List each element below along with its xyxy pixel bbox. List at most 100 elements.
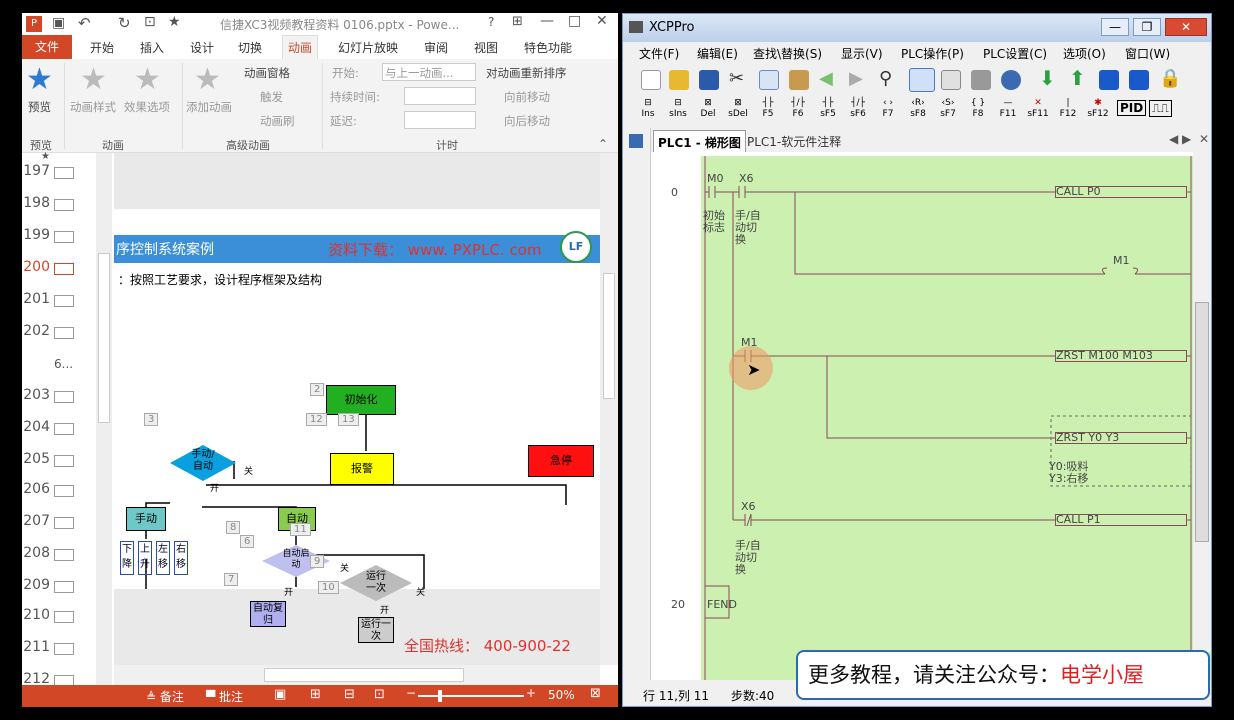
- tab-slideshow[interactable]: 幻灯片放映: [338, 39, 398, 56]
- vline-icon[interactable]: | F12: [1055, 98, 1081, 120]
- current-slide[interactable]: 序控制系统案例 资料下载： www. PXPLC. com LF ：按照工艺要求…: [114, 209, 600, 655]
- reading-view-icon[interactable]: ⊟: [344, 687, 355, 702]
- menu-plc-settings[interactable]: PLC设置(C): [983, 45, 1047, 62]
- slide-number[interactable]: 207: [22, 513, 50, 529]
- tab-home[interactable]: 开始: [90, 39, 114, 56]
- parallel-no-icon[interactable]: ┤├ sF5: [815, 98, 841, 120]
- scroll-thumb[interactable]: [98, 253, 110, 423]
- slide-number[interactable]: 211: [22, 639, 50, 655]
- binoculars-icon[interactable]: ⚲: [879, 68, 899, 89]
- slide-number[interactable]: 199: [22, 227, 50, 243]
- slide-number[interactable]: 209: [22, 577, 50, 593]
- slide-number[interactable]: 203: [22, 387, 50, 403]
- shift-insert-icon[interactable]: ⊟ sIns: [665, 98, 691, 120]
- minimize-icon[interactable]: —: [1101, 18, 1129, 36]
- scroll-thumb[interactable]: [1195, 302, 1209, 542]
- slide-thumb[interactable]: [54, 295, 74, 307]
- instruction-zrst-m100[interactable]: ZRST M100 M103: [1055, 350, 1187, 362]
- thumbnail-scrollbar[interactable]: [96, 153, 112, 685]
- upload-arrow-icon[interactable]: ⬆: [1069, 68, 1089, 88]
- delete-vline-icon[interactable]: ✱ sF12: [1085, 98, 1111, 120]
- open-folder-icon[interactable]: [669, 70, 689, 90]
- slide-number[interactable]: 204: [22, 419, 50, 435]
- help-icon[interactable]: [1001, 70, 1021, 90]
- tab-ladder[interactable]: PLC1 - 梯形图: [653, 130, 746, 152]
- star-icon[interactable]: ★: [168, 14, 181, 30]
- slide-number[interactable]: 202: [22, 323, 50, 339]
- slide-thumb[interactable]: [54, 581, 74, 593]
- ribbon-options-icon[interactable]: ⊞: [512, 14, 523, 29]
- effect-options-button[interactable]: 效果选项: [124, 99, 170, 115]
- insert-row-icon[interactable]: ⊟ Ins: [635, 98, 661, 120]
- menu-edit[interactable]: 编辑(E): [697, 45, 738, 62]
- slide-thumb[interactable]: [54, 423, 74, 435]
- tab-animations[interactable]: 动画: [282, 35, 319, 59]
- copy-icon[interactable]: [759, 70, 779, 90]
- parallel-nc-icon[interactable]: ┤/├ sF6: [845, 98, 871, 120]
- delete-row-icon[interactable]: ⊠ Del: [695, 98, 721, 120]
- pid-icon[interactable]: PID: [1117, 100, 1147, 116]
- undo-icon[interactable]: ↶: [78, 14, 91, 32]
- redo-icon[interactable]: ↻: [118, 14, 131, 32]
- scroll-thumb[interactable]: [603, 273, 615, 399]
- tab-scroll-arrows[interactable]: ◀ ▶: [1169, 132, 1191, 146]
- slide-number[interactable]: 201: [22, 291, 50, 307]
- tab-transitions[interactable]: 切换: [238, 39, 262, 56]
- instruction-call-p0[interactable]: CALL P0: [1055, 186, 1187, 198]
- fit-slide-icon[interactable]: ⊠: [590, 686, 601, 701]
- ladder-view-icon[interactable]: [909, 68, 935, 92]
- lock-icon[interactable]: 🔒: [1159, 68, 1181, 89]
- instruction-call-p1[interactable]: CALL P1: [1055, 514, 1187, 526]
- slide-thumb[interactable]: [54, 199, 74, 211]
- fend-instruction[interactable]: FEND: [707, 598, 737, 611]
- slide-thumb[interactable]: [54, 611, 74, 623]
- slide-number[interactable]: 210: [22, 607, 50, 623]
- delay-input[interactable]: [404, 111, 476, 129]
- move-later-button[interactable]: 向后移动: [504, 113, 550, 129]
- new-file-icon[interactable]: [641, 70, 661, 90]
- slide-thumb-current[interactable]: [54, 263, 74, 275]
- tab-view[interactable]: 视图: [474, 39, 498, 56]
- maximize-icon[interactable]: □: [568, 13, 581, 29]
- zoom-slider-thumb[interactable]: [438, 690, 442, 702]
- slide-thumb[interactable]: [54, 231, 74, 243]
- slide-scrollbar[interactable]: [600, 153, 618, 665]
- collapse-ribbon-icon[interactable]: ⌃: [598, 137, 608, 151]
- slide-thumb[interactable]: [54, 391, 74, 403]
- pulse-icon[interactable]: ⎍⎍: [1149, 100, 1172, 117]
- instruction-zrst-y0[interactable]: ZRST Y0 Y3: [1055, 432, 1187, 444]
- menu-view[interactable]: 显示(V): [841, 45, 883, 62]
- save-icon[interactable]: ▣: [52, 15, 65, 31]
- run-icon[interactable]: [1099, 70, 1119, 90]
- no-contact-icon[interactable]: ┤├ F5: [755, 98, 781, 120]
- anim-pane-button[interactable]: 动画窗格: [244, 65, 290, 81]
- paste-icon[interactable]: [789, 70, 809, 90]
- project-icon[interactable]: [629, 134, 643, 148]
- preview-button[interactable]: 预览: [28, 99, 51, 115]
- sorter-view-icon[interactable]: ⊞: [310, 687, 321, 702]
- tab-file[interactable]: 文件: [22, 35, 72, 59]
- set-coil-icon[interactable]: ‹S› sF7: [935, 98, 961, 120]
- close-icon[interactable]: ✕: [596, 13, 608, 29]
- tab-design[interactable]: 设计: [190, 39, 214, 56]
- zoom-slider[interactable]: [418, 695, 524, 697]
- move-earlier-button[interactable]: 向前移动: [504, 89, 550, 105]
- hline-icon[interactable]: — F11: [995, 98, 1021, 120]
- present-icon[interactable]: ⊡: [144, 14, 156, 30]
- anim-brush-button[interactable]: 动画刷: [260, 113, 295, 129]
- slide-thumb[interactable]: [54, 643, 74, 655]
- tab-review[interactable]: 审阅: [424, 39, 448, 56]
- slide-thumb[interactable]: [54, 167, 74, 179]
- slide-number[interactable]: 205: [22, 451, 50, 467]
- tab-comments[interactable]: PLC1-软元件注释: [747, 133, 841, 150]
- minimize-icon[interactable]: —: [540, 13, 554, 29]
- slide-thumb[interactable]: [54, 327, 74, 339]
- instruction-view-icon[interactable]: [941, 70, 961, 90]
- slideshow-icon[interactable]: ⊡: [374, 687, 385, 702]
- tab-close-icon[interactable]: ✕: [1199, 132, 1209, 146]
- section-header[interactable]: 6...: [54, 357, 73, 371]
- menu-plc-ops[interactable]: PLC操作(P): [901, 45, 964, 62]
- menu-file[interactable]: 文件(F): [639, 45, 679, 62]
- print-icon[interactable]: [971, 70, 991, 90]
- slide-thumb[interactable]: [54, 549, 74, 561]
